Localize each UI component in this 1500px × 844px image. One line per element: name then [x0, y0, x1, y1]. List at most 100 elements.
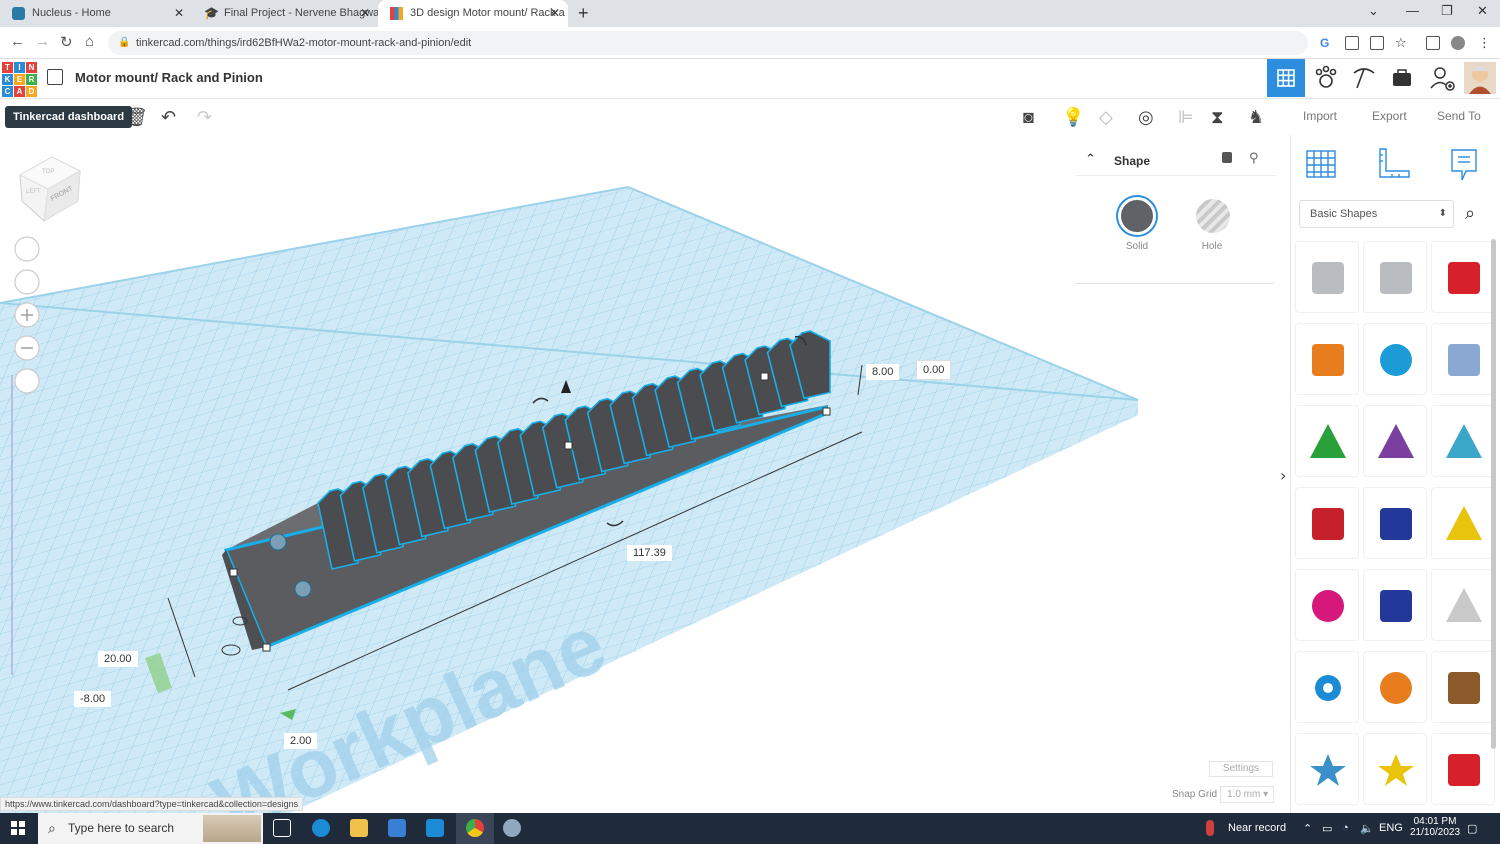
tab-search-icon[interactable]: ⌄ — [1368, 3, 1379, 19]
close-icon[interactable]: ✕ — [360, 0, 370, 27]
notifications-icon[interactable]: ▢ — [1467, 822, 1477, 835]
side-panel-icon[interactable] — [1426, 36, 1440, 50]
chrome-icon[interactable] — [466, 819, 484, 837]
shape-cylinder[interactable] — [1295, 323, 1359, 395]
shape-wedge[interactable] — [1363, 487, 1427, 559]
undo-icon[interactable]: ↶ — [161, 107, 176, 128]
forward-icon[interactable]: → — [35, 33, 50, 50]
snap-grid-select[interactable]: 1.0 mm ▾ — [1220, 786, 1274, 803]
avatar[interactable] — [1461, 59, 1499, 97]
home-view-icon[interactable] — [14, 236, 40, 262]
profile-icon[interactable] — [1451, 36, 1465, 50]
length-value[interactable]: 117.39 — [627, 545, 672, 561]
wifi-icon[interactable]: ◔ — [1342, 822, 1349, 834]
width-value[interactable]: 20.00 — [98, 651, 138, 667]
volume-icon[interactable]: 🔈 — [1360, 822, 1374, 835]
app-icon[interactable] — [503, 819, 521, 837]
bricks-button[interactable] — [1345, 59, 1383, 97]
tab-nucleus[interactable]: Nucleus - Home ✕ — [0, 0, 192, 27]
ungroup-icon[interactable]: ◎ — [1138, 107, 1154, 128]
shape-half-sphere[interactable] — [1295, 569, 1359, 641]
height-value[interactable]: 8.00 — [866, 364, 900, 380]
design-list-icon[interactable] — [47, 69, 63, 85]
shape-cone[interactable] — [1363, 405, 1427, 477]
tray-chevron-icon[interactable]: ⌃ — [1303, 822, 1312, 835]
back-icon[interactable]: ← — [10, 33, 25, 50]
shape-star-yellow[interactable] — [1363, 733, 1427, 805]
tab-final-project[interactable]: 🎓 Final Project - Nervene Bhagwa ✕ — [192, 0, 378, 27]
export-button[interactable]: Export — [1372, 109, 1407, 123]
share-icon[interactable] — [1370, 36, 1384, 50]
3d-design-view-button[interactable] — [1267, 59, 1305, 97]
shape-torus[interactable] — [1295, 651, 1359, 723]
lightbulb-icon[interactable]: 💡 — [1062, 107, 1084, 128]
lessons-button[interactable] — [1383, 59, 1421, 97]
light-bulb-visibility-icon[interactable]: ⚲ — [1249, 150, 1259, 166]
google-icon[interactable]: G — [1320, 36, 1334, 50]
redo-icon[interactable]: ↷ — [197, 107, 212, 128]
minimize-button[interactable]: — — [1406, 3, 1419, 18]
menu-dots-icon[interactable]: ⋮ — [1478, 36, 1492, 50]
ruler-tool-icon[interactable] — [1377, 147, 1411, 181]
shape-cylinder-hole[interactable] — [1363, 241, 1427, 313]
align-icon[interactable]: ⊫ — [1178, 107, 1194, 128]
store-icon[interactable] — [388, 819, 406, 837]
hole-swatch[interactable] — [1196, 199, 1230, 233]
shape-pyramid[interactable] — [1431, 487, 1495, 559]
collapse-chevron-icon[interactable]: ⌃ — [1085, 151, 1096, 167]
offset-y-value[interactable]: -8.00 — [74, 691, 112, 707]
search-icon[interactable]: ⌕ — [1465, 203, 1475, 224]
shape-category-select[interactable]: Basic Shapes ⬍ — [1299, 200, 1454, 228]
group-icon[interactable]: ◇ — [1099, 107, 1113, 128]
shape-roof[interactable] — [1295, 405, 1359, 477]
clock[interactable]: 04:01 PM 21/10/2023 — [1410, 816, 1460, 838]
lock-icon[interactable] — [1222, 152, 1232, 163]
home-icon[interactable]: ⌂ — [85, 33, 94, 50]
language-indicator[interactable]: ENG — [1379, 822, 1403, 834]
workplane-tool-icon[interactable] — [1305, 147, 1337, 181]
perspective-icon[interactable] — [14, 368, 40, 394]
edge-icon[interactable] — [312, 819, 330, 837]
shape-star[interactable] — [1295, 733, 1359, 805]
design-title[interactable]: Motor mount/ Rack and Pinion — [75, 70, 263, 85]
task-view-icon[interactable] — [273, 819, 291, 837]
shape-polygon[interactable] — [1363, 569, 1427, 641]
bookmark-star-icon[interactable]: ☆ — [1395, 36, 1409, 50]
shape-paraboloid[interactable] — [1431, 569, 1495, 641]
shape-box[interactable] — [1431, 241, 1495, 313]
blocks-button[interactable] — [1307, 59, 1345, 97]
offset-x-value[interactable]: 2.00 — [284, 733, 318, 749]
settings-button[interactable]: Settings — [1209, 761, 1273, 777]
taskbar-search-input[interactable]: ⌕ Type here to search — [38, 813, 263, 844]
shape-box-hole[interactable] — [1295, 241, 1359, 313]
view-cube[interactable]: FRONT TOP LEFT — [18, 156, 82, 222]
shape-sphere[interactable] — [1363, 323, 1427, 395]
close-window-button[interactable]: ✕ — [1477, 3, 1488, 19]
scrollbar[interactable] — [1491, 239, 1496, 749]
shape-text[interactable] — [1295, 487, 1359, 559]
invite-user-button[interactable] — [1423, 59, 1461, 97]
close-icon[interactable]: ✕ — [174, 0, 184, 27]
tinkercad-logo[interactable]: T I N K E R C A D — [2, 62, 37, 97]
mirror-icon[interactable]: ⧗ — [1211, 107, 1224, 128]
maximize-button[interactable]: ❐ — [1441, 3, 1453, 19]
elevation-value[interactable]: 0.00 — [916, 360, 952, 380]
download-icon[interactable] — [1345, 36, 1359, 50]
panel-collapse-icon[interactable]: › — [1280, 466, 1286, 485]
file-explorer-icon[interactable] — [350, 819, 368, 837]
send-to-button[interactable]: Send To — [1437, 109, 1481, 123]
cruise-icon[interactable]: ♞ — [1248, 107, 1264, 128]
weather-text[interactable]: Near record — [1228, 822, 1286, 834]
shape-tube[interactable] — [1363, 651, 1427, 723]
mail-icon[interactable] — [426, 819, 444, 837]
tab-3d-design[interactable]: 3D design Motor mount/ Rack a ✕ — [378, 0, 568, 27]
shape-icosahedron[interactable] — [1431, 733, 1495, 805]
shape-scribble[interactable] — [1431, 323, 1495, 395]
solid-swatch[interactable] — [1118, 197, 1156, 235]
close-icon[interactable]: ✕ — [550, 0, 560, 27]
url-field[interactable]: 🔒 tinkercad.com/things/ird62BfHWa2-motor… — [108, 31, 1308, 55]
import-button[interactable]: Import — [1303, 109, 1337, 123]
shape-round-roof[interactable] — [1431, 405, 1495, 477]
new-tab-button[interactable]: + — [578, 3, 589, 24]
notes-tool-icon[interactable] — [1449, 147, 1479, 183]
